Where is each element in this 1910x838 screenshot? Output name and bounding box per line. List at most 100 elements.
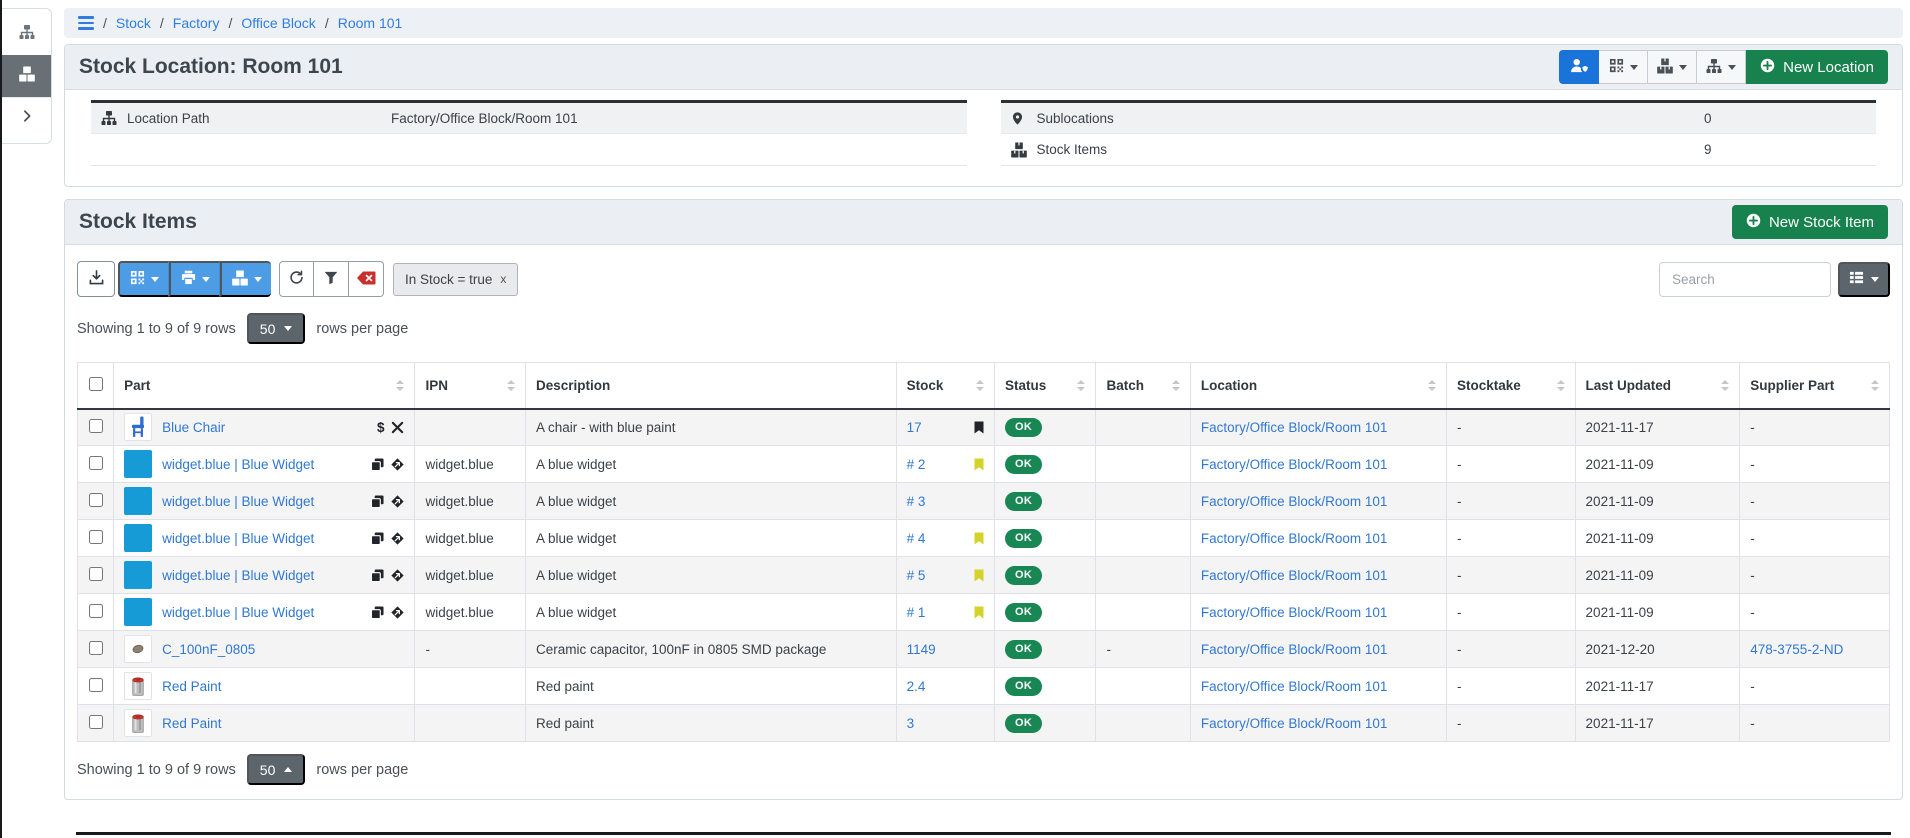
filter-chip-close[interactable]: x [500, 272, 506, 286]
row-checkbox[interactable] [89, 567, 103, 581]
capacitor-thumbnail [124, 635, 152, 663]
clone-icon [371, 458, 384, 471]
column-header-ipn[interactable]: IPN [415, 363, 525, 409]
stocktake-cell: - [1446, 668, 1575, 705]
refresh-button[interactable] [279, 261, 314, 297]
column-header-part[interactable]: Part [114, 363, 415, 409]
table-toolbar: In Stock = true x [65, 245, 1902, 301]
menu-icon[interactable] [78, 16, 94, 29]
filter-chip[interactable]: In Stock = true x [393, 263, 518, 296]
clear-filters-button[interactable] [349, 261, 384, 297]
stock-link[interactable]: # 5 [907, 568, 926, 583]
location-link[interactable]: Factory/Office Block/Room 101 [1201, 716, 1388, 731]
row-checkbox[interactable] [89, 493, 103, 507]
download-button[interactable] [77, 261, 115, 297]
sidebar-expand-button[interactable] [2, 97, 51, 139]
row-checkbox[interactable] [89, 604, 103, 618]
column-header-supplier_part[interactable]: Supplier Part [1740, 363, 1890, 409]
print-menu-button[interactable] [169, 261, 220, 297]
admin-button[interactable] [1559, 50, 1599, 84]
location-actions-button[interactable] [1697, 50, 1746, 84]
location-link[interactable]: Factory/Office Block/Room 101 [1201, 642, 1388, 657]
location-cell: Factory/Office Block/Room 101 [1190, 409, 1446, 446]
stock-link[interactable]: 1149 [907, 642, 936, 657]
location-link[interactable]: Factory/Office Block/Room 101 [1201, 568, 1388, 583]
breadcrumb-link[interactable]: Stock [116, 15, 151, 31]
batch-cell [1096, 557, 1190, 594]
column-header-stocktake[interactable]: Stocktake [1446, 363, 1575, 409]
ipn-cell [415, 705, 525, 742]
location-link[interactable]: Factory/Office Block/Room 101 [1201, 420, 1388, 435]
barcode-menu-button[interactable] [118, 261, 169, 297]
part-link[interactable]: Red Paint [162, 679, 221, 694]
row-checkbox[interactable] [89, 419, 103, 433]
column-header-last_updated[interactable]: Last Updated [1575, 363, 1740, 409]
part-cell: widget.blue | Blue Widget [114, 520, 415, 557]
stock-link[interactable]: 3 [907, 716, 915, 731]
column-header-location[interactable]: Location [1190, 363, 1446, 409]
batch-cell [1096, 705, 1190, 742]
description-cell: A blue widget [525, 594, 896, 631]
sidebar-item-stock[interactable] [2, 55, 51, 97]
new-location-button[interactable]: New Location [1746, 50, 1888, 84]
columns-button[interactable] [1838, 262, 1890, 297]
breadcrumb-link[interactable]: Factory [173, 15, 220, 31]
row-checkbox[interactable] [89, 641, 103, 655]
table-row: Red PaintRed paint3OKFactory/Office Bloc… [78, 705, 1890, 742]
supplier-part-cell: - [1740, 483, 1890, 520]
sort-icon [1557, 380, 1565, 391]
row-select-cell [78, 483, 114, 520]
breadcrumb-link[interactable]: Office Block [241, 15, 315, 31]
new-stock-item-button[interactable]: New Stock Item [1732, 205, 1888, 239]
stock-options-button[interactable] [220, 261, 271, 297]
stocktake-cell: - [1446, 409, 1575, 446]
sort-icon [396, 380, 404, 391]
row-checkbox[interactable] [89, 715, 103, 729]
stock-cell: 1149 [896, 631, 994, 668]
location-link[interactable]: Factory/Office Block/Room 101 [1201, 457, 1388, 472]
breadcrumb-link[interactable]: Room 101 [338, 15, 403, 31]
column-header-batch[interactable]: Batch [1096, 363, 1190, 409]
row-checkbox[interactable] [89, 678, 103, 692]
sidebar-item-location-tree[interactable] [2, 13, 51, 55]
bookmark-flag-icon [974, 421, 984, 434]
part-link[interactable]: Red Paint [162, 716, 221, 731]
sitemap-icon [101, 110, 127, 126]
location-link[interactable]: Factory/Office Block/Room 101 [1201, 494, 1388, 509]
location-details-table: Location Path Factory/Office Block/Room … [91, 100, 967, 166]
column-header-status[interactable]: Status [995, 363, 1096, 409]
page-size-select[interactable]: 50 [247, 754, 306, 785]
part-link[interactable]: widget.blue | Blue Widget [162, 531, 314, 546]
search-input[interactable] [1659, 262, 1831, 297]
part-link[interactable]: widget.blue | Blue Widget [162, 605, 314, 620]
stock-actions-button[interactable] [1648, 50, 1697, 84]
stock-link[interactable]: # 2 [907, 457, 926, 472]
part-link[interactable]: Blue Chair [162, 420, 225, 435]
stock-link[interactable]: # 1 [907, 605, 926, 620]
page-size-value: 50 [260, 321, 276, 337]
column-header-stock[interactable]: Stock [896, 363, 994, 409]
stock-link[interactable]: 17 [907, 420, 922, 435]
part-link[interactable]: C_100nF_0805 [162, 642, 255, 657]
page-size-select[interactable]: 50 [247, 313, 306, 344]
part-link[interactable]: widget.blue | Blue Widget [162, 568, 314, 583]
location-link[interactable]: Factory/Office Block/Room 101 [1201, 605, 1388, 620]
stock-cell: # 2 [896, 446, 994, 483]
variant-icon [391, 606, 404, 619]
stock-link[interactable]: 2.4 [907, 679, 926, 694]
column-header-description[interactable]: Description [525, 363, 896, 409]
plus-circle-icon [1746, 213, 1761, 232]
select-all-checkbox[interactable] [89, 377, 103, 391]
barcode-actions-button[interactable] [1599, 50, 1648, 84]
stock-link[interactable]: # 4 [907, 531, 926, 546]
location-link[interactable]: Factory/Office Block/Room 101 [1201, 531, 1388, 546]
description-cell: A blue widget [525, 557, 896, 594]
part-link[interactable]: widget.blue | Blue Widget [162, 457, 314, 472]
stock-link[interactable]: # 3 [907, 494, 926, 509]
row-checkbox[interactable] [89, 456, 103, 470]
filter-button[interactable] [314, 261, 349, 297]
supplier-part-link[interactable]: 478-3755-2-ND [1750, 642, 1843, 657]
row-checkbox[interactable] [89, 530, 103, 544]
part-link[interactable]: widget.blue | Blue Widget [162, 494, 314, 509]
location-link[interactable]: Factory/Office Block/Room 101 [1201, 679, 1388, 694]
